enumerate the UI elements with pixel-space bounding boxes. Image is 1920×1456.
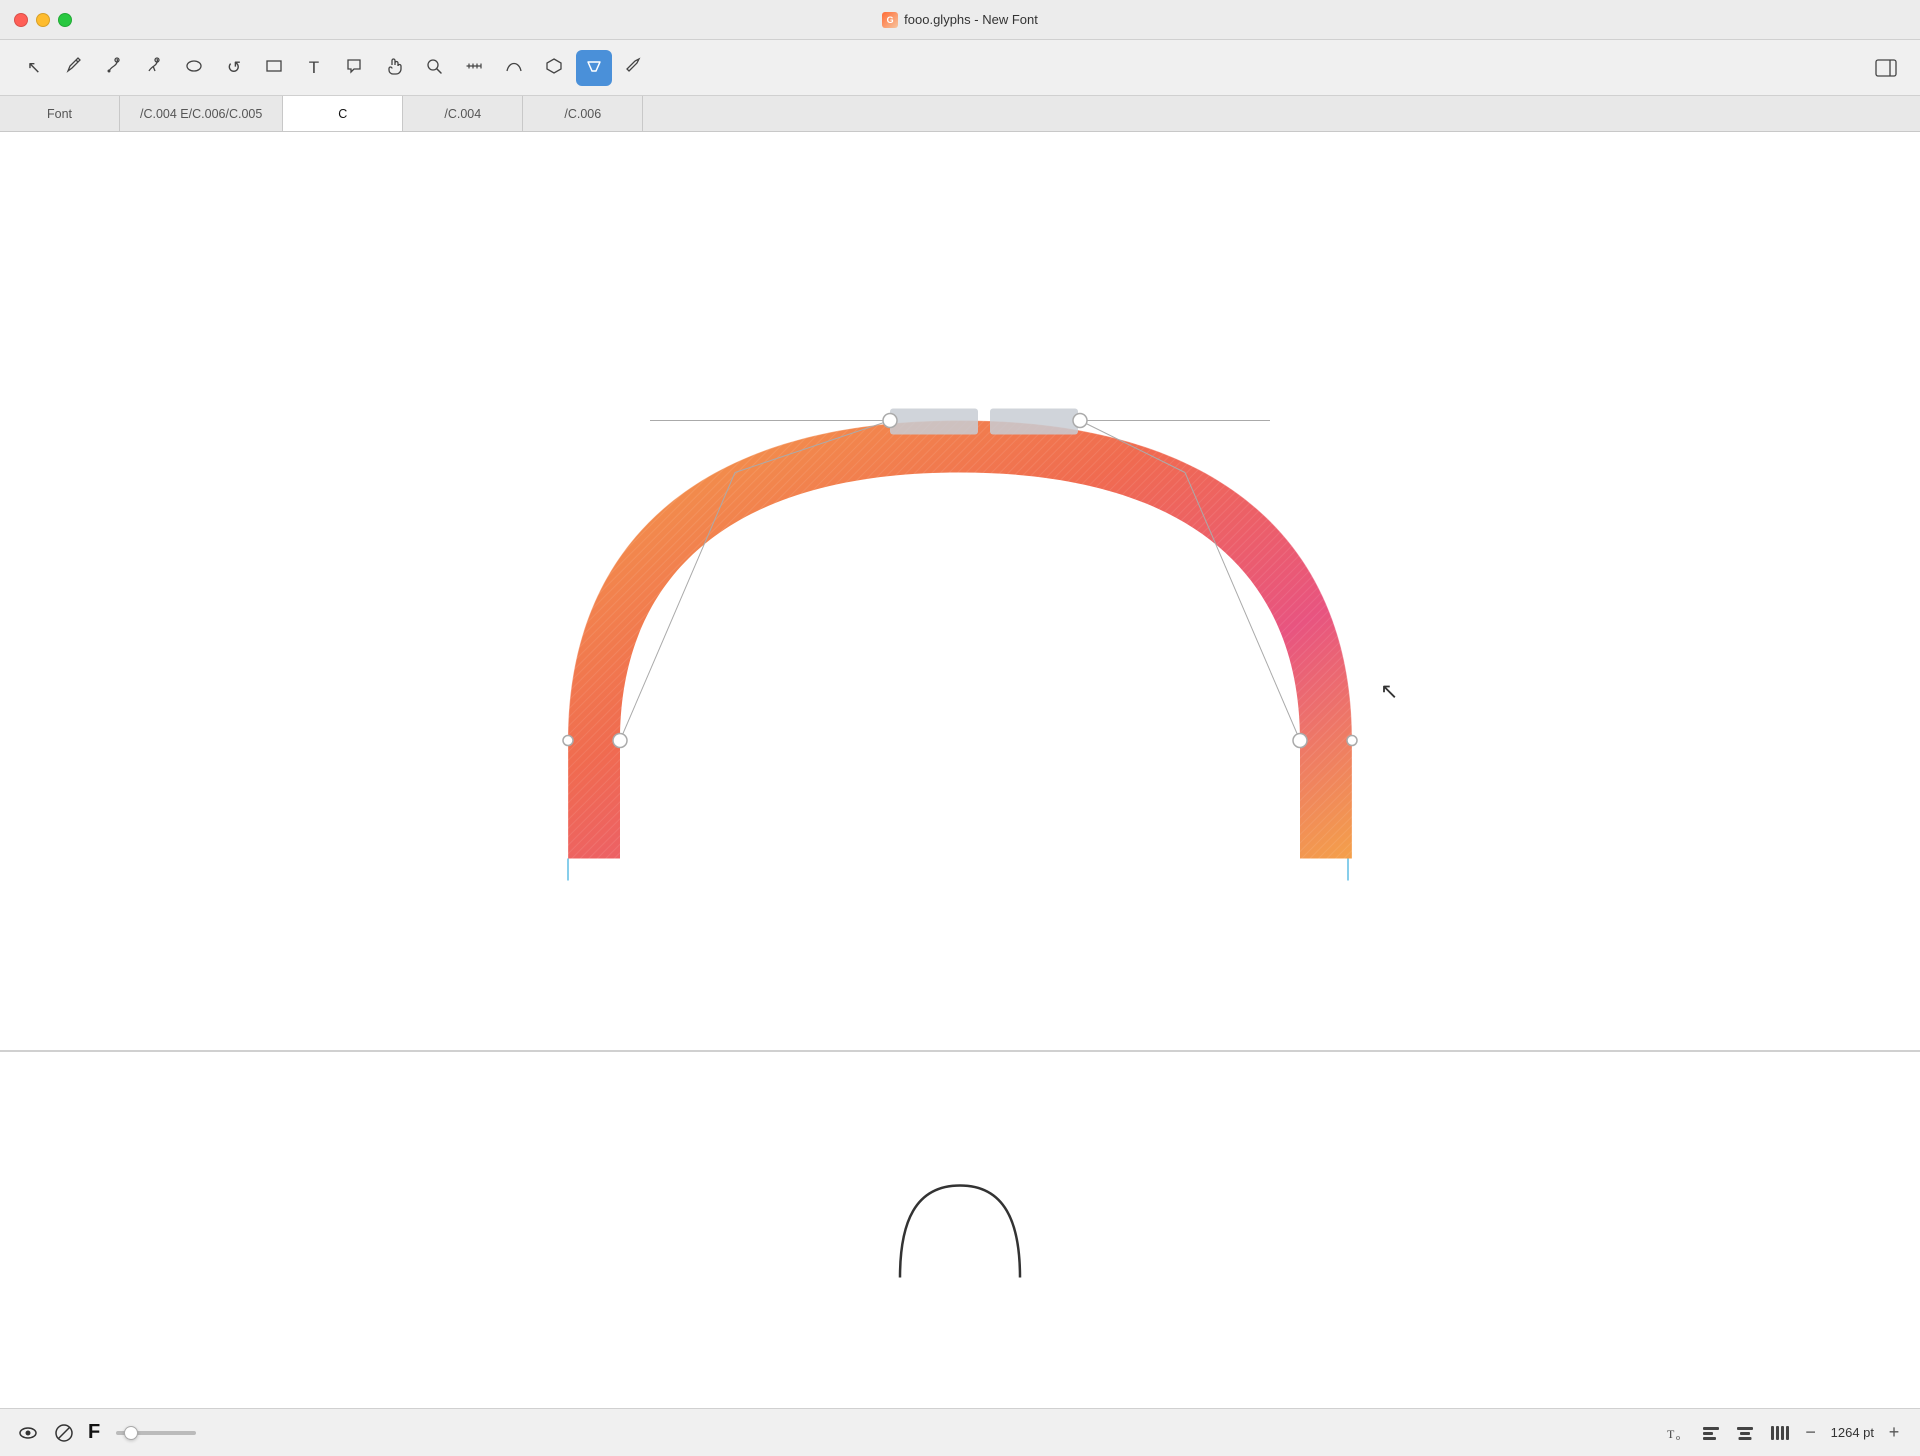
draw-pencil-tool[interactable] [56,50,92,86]
align-left-button[interactable] [1699,1421,1723,1445]
toolbar: ↖ ↺ T [0,40,1920,96]
handle-right-mid[interactable] [1293,734,1307,748]
comment-tool[interactable] [336,50,372,86]
arch-outer-stroke [568,421,1352,859]
component-tool[interactable] [536,50,572,86]
titlebar: G fooo.glyphs - New Font [0,0,1920,40]
glyph-tab-3[interactable]: /C.006 [523,96,643,131]
close-button[interactable] [14,13,28,27]
anchor-icon [585,57,603,78]
ellipse-icon [185,57,203,78]
align-center-button[interactable] [1733,1421,1757,1445]
arch-hatch-overlay [568,421,1352,859]
font-size-display: 1264 pt [1831,1425,1874,1440]
glyph-tab-c[interactable]: C [283,96,403,131]
rotate-icon: ↺ [227,59,241,76]
top-guide-left [890,409,978,435]
window-title: G fooo.glyphs - New Font [882,12,1038,28]
main-canvas-area[interactable]: ↖ [0,132,1920,1408]
cursor-arrow: ↖ [1380,679,1398,704]
select-tool[interactable]: ↖ [16,50,52,86]
handle-left-mid[interactable] [613,734,627,748]
font-tab[interactable]: Font [0,96,120,131]
bars-button[interactable] [1767,1421,1791,1445]
handle-right-inner[interactable] [1347,736,1357,746]
preview-arch-path [900,1185,1020,1277]
svg-text:T: T [1667,1427,1675,1441]
pen-alt-tool[interactable] [136,50,172,86]
anchor-tool[interactable] [576,50,612,86]
pencil-icon [65,57,83,78]
curve-icon [505,57,523,78]
select-icon: ↖ [27,59,41,76]
zoom-slider-thumb[interactable] [124,1426,138,1440]
pen-icon [105,57,123,78]
knife-tool[interactable] [616,50,652,86]
svg-text:o: o [1676,1433,1680,1442]
text-icon: T [309,59,319,76]
hand-tool[interactable] [376,50,412,86]
rect-tool[interactable] [256,50,292,86]
statusbar-left: F [16,1421,200,1445]
statusbar-right: To − 1264 pt + [1665,1421,1904,1445]
window-controls [14,13,72,27]
measure-icon [465,57,483,78]
font-indicator: F [88,1421,100,1444]
ellipse-tool[interactable] [176,50,212,86]
app-icon: G [882,12,898,28]
knife-icon [625,57,643,78]
zoom-slider[interactable] [116,1431,196,1435]
zoom-tool[interactable] [416,50,452,86]
handle-left-top[interactable] [883,414,897,428]
top-guide-right [990,409,1078,435]
hand-icon [385,57,403,78]
rect-icon [265,57,283,78]
hide-button[interactable] [52,1421,76,1445]
maximize-button[interactable] [58,13,72,27]
measure-tool[interactable] [456,50,492,86]
handle-left-inner[interactable] [563,736,573,746]
handle-right-top[interactable] [1073,414,1087,428]
text-tool[interactable]: T [296,50,332,86]
arch-glyph-container: ↖ [550,371,1370,896]
tabbar: Font /C.004 E/C.006/C.005 C /C.004 /C.00… [0,96,1920,132]
zoom-in-button[interactable]: + [1884,1423,1904,1443]
canvas-bottom-preview[interactable] [0,1051,1920,1408]
pen-tool[interactable] [96,50,132,86]
eye-visibility-button[interactable] [16,1421,40,1445]
minimize-button[interactable] [36,13,50,27]
preview-svg [880,1167,1040,1287]
pen-alt-icon [145,57,163,78]
component-icon [545,57,563,78]
metrics-tool-button[interactable]: To [1665,1421,1689,1445]
canvas-top[interactable]: ↖ [0,132,1920,1051]
rotate-tool[interactable]: ↺ [216,50,252,86]
arch-fill-shape [568,421,1352,859]
statusbar: F To − 1264 pt + [0,1408,1920,1456]
curve-tool[interactable] [496,50,532,86]
zoom-icon [425,57,443,78]
arch-svg: ↖ [550,371,1370,891]
sidebar-toggle-button[interactable] [1868,50,1904,86]
arch-bottom-preview [880,1167,1040,1292]
zoom-out-button[interactable]: − [1801,1423,1821,1443]
glyph-tab-1[interactable]: /C.004 E/C.006/C.005 [120,96,283,131]
comment-icon [345,57,363,78]
glyph-tab-2[interactable]: /C.004 [403,96,523,131]
